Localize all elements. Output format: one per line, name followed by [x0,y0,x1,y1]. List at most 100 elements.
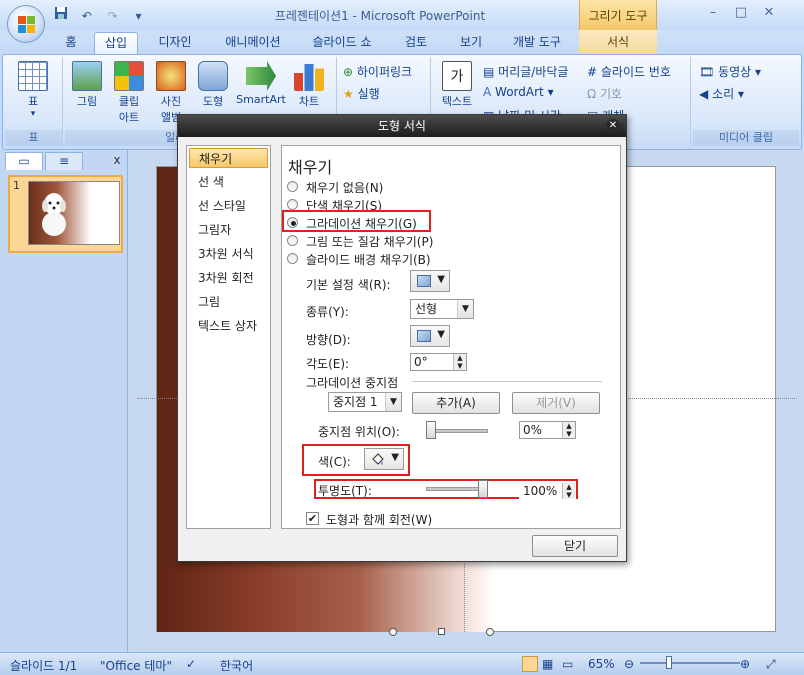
radio-background-fill[interactable] [287,253,298,264]
radio-solid-fill[interactable] [287,199,298,210]
sound-button[interactable]: ◀ 소리 ▾ [699,85,744,102]
table-button-label: 표 [27,95,39,108]
movie-button[interactable]: 🎞 동영상 ▾ [699,63,761,80]
redo-icon[interactable]: ↷ [104,7,122,25]
resize-handle-bottom[interactable] [438,628,445,635]
movie-label: 동영상 [718,65,752,79]
office-button[interactable] [7,5,45,43]
radio-no-fill[interactable] [287,181,298,192]
quick-access-toolbar: ↶ ↷ ▾ [52,6,162,26]
language-indicator[interactable]: 한국어 [220,657,253,674]
direction-button[interactable]: ▼ [410,325,450,347]
dialog-close-btn[interactable]: 닫기 [532,535,618,557]
smartart-icon [246,61,276,91]
tab-design[interactable]: 디자인 [150,32,200,54]
transparency-value: 100% [523,484,558,498]
normal-view-icon[interactable] [522,656,538,672]
preset-color-button[interactable]: ▼ [410,270,450,292]
slide-number-button[interactable]: # 슬라이드 번호 [587,63,671,80]
nav-line-color[interactable]: 선 색 [189,172,268,192]
nav-3d-format[interactable]: 3차원 서식 [189,244,268,264]
color-picker-button[interactable]: ▼ [364,448,404,470]
picture-button[interactable]: 그림 [67,61,107,109]
stop-select[interactable]: 중지점 1 ▼ [328,392,402,412]
tab-animation[interactable]: 애니메이션 [215,32,291,54]
transparency-input[interactable]: 100% ▲ ▼ [519,482,576,500]
panel-close-button[interactable]: x [111,152,123,170]
wordart-button[interactable]: A WordArt ▾ [483,85,554,99]
textbox-button[interactable]: 가 텍스트 [437,61,477,109]
tab-slideshow[interactable]: 슬라이드 쇼 [303,32,381,54]
nav-fill[interactable]: 채우기 [189,148,268,168]
stop-position-thumb[interactable] [426,421,436,439]
close-button[interactable]: ✕ [756,3,782,23]
radio-picture-fill[interactable] [287,235,298,246]
tab-view[interactable]: 보기 [448,32,494,54]
hyperlink-label: 하이퍼링크 [356,65,413,79]
fit-to-window-icon[interactable]: ⤢ [766,657,776,672]
nav-shadow[interactable]: 그림자 [189,220,268,240]
clipart-button[interactable]: 클립 아트 [109,61,149,125]
chevron-down-icon: ▼ [385,393,401,411]
transparency-thumb[interactable] [478,480,488,498]
theme-name[interactable]: "Office 테마" [100,657,172,674]
chart-button[interactable]: 차트 [289,61,329,109]
slides-tab-icon[interactable]: ▭ [5,152,43,170]
zoom-level[interactable]: 65% [588,657,615,671]
nav-picture[interactable]: 그림 [189,292,268,312]
tab-developer[interactable]: 개발 도구 [503,32,571,54]
angle-input[interactable]: 0° ▲ ▼ [410,353,467,371]
tab-format[interactable]: 서식 [588,32,648,54]
tab-home[interactable]: 홈 [56,32,86,54]
resize-handle-bottom-right[interactable] [486,628,494,636]
stop-position-input[interactable]: 0% ▲ ▼ [519,421,576,439]
resize-handle-bottom-left[interactable] [389,628,397,636]
minimize-button[interactable]: – [700,3,726,23]
dialog-close-button[interactable]: ✕ [606,119,620,133]
panel-tabs: ▭ ≡ x [5,152,125,170]
slideshow-view-icon[interactable]: ▭ [562,657,573,671]
shapes-button[interactable]: 도형 [193,61,233,109]
zoom-slider[interactable] [640,662,740,664]
hyperlink-button[interactable]: ⊕ 하이퍼링크 [343,63,412,80]
header-footer-label: 머리글/바닥글 [498,65,569,79]
spin-arrows-icon[interactable]: ▲ ▼ [562,483,575,499]
header-footer-button[interactable]: ▤ 머리글/바닥글 [483,63,568,80]
smartart-button[interactable]: SmartArt [235,61,287,106]
maximize-button[interactable]: □ [728,3,754,23]
slide-thumbnail[interactable]: 1 [8,175,123,253]
type-select[interactable]: 선형 ▼ [410,299,474,319]
symbol-label: 기호 [600,87,623,101]
add-stop-button[interactable]: 추가(A) [412,392,500,414]
save-icon[interactable] [52,6,70,24]
customize-qat-button[interactable]: ▾ [129,7,147,25]
chart-icon [294,64,324,91]
spellcheck-icon[interactable]: ✓ [186,657,196,671]
nav-line-style[interactable]: 선 스타일 [189,196,268,216]
gradient-fill-highlight [282,210,431,232]
media-group-label: 미디어 클립 [693,130,799,146]
zoom-slider-thumb[interactable] [666,656,672,669]
stops-divider [412,381,602,382]
nav-text-box[interactable]: 텍스트 상자 [189,316,268,336]
status-bar: 슬라이드 1/1 "Office 테마" ✓ 한국어 ▦ ▭ 65% ⊖ ⊕ ⤢ [0,652,804,675]
undo-icon[interactable]: ↶ [78,7,96,25]
slide-sorter-icon[interactable]: ▦ [542,657,553,671]
outline-tab-icon[interactable]: ≡ [45,152,83,170]
remove-stop-button[interactable]: 제거(V) [512,392,600,414]
office-logo-icon [18,16,35,33]
spin-arrows-icon[interactable]: ▲ ▼ [562,422,575,438]
rotate-with-shape-checkbox[interactable]: ✔ [306,512,319,525]
nav-3d-rotation[interactable]: 3차원 회전 [189,268,268,288]
symbol-button[interactable]: Ω 기호 [587,85,622,102]
zoom-out-button[interactable]: ⊖ [624,657,634,671]
type-label: 종류(Y): [306,305,349,319]
tab-insert[interactable]: 삽입 [94,32,138,54]
chart-label: 차트 [298,95,320,108]
zoom-in-button[interactable]: ⊕ [740,657,750,671]
spin-arrows-icon[interactable]: ▲ ▼ [453,354,466,370]
tab-review[interactable]: 검토 [393,32,439,54]
action-button[interactable]: ★ 실행 [343,85,380,102]
table-button[interactable]: 표 ▾ [13,61,53,119]
chevron-down-icon: ▼ [391,452,399,463]
